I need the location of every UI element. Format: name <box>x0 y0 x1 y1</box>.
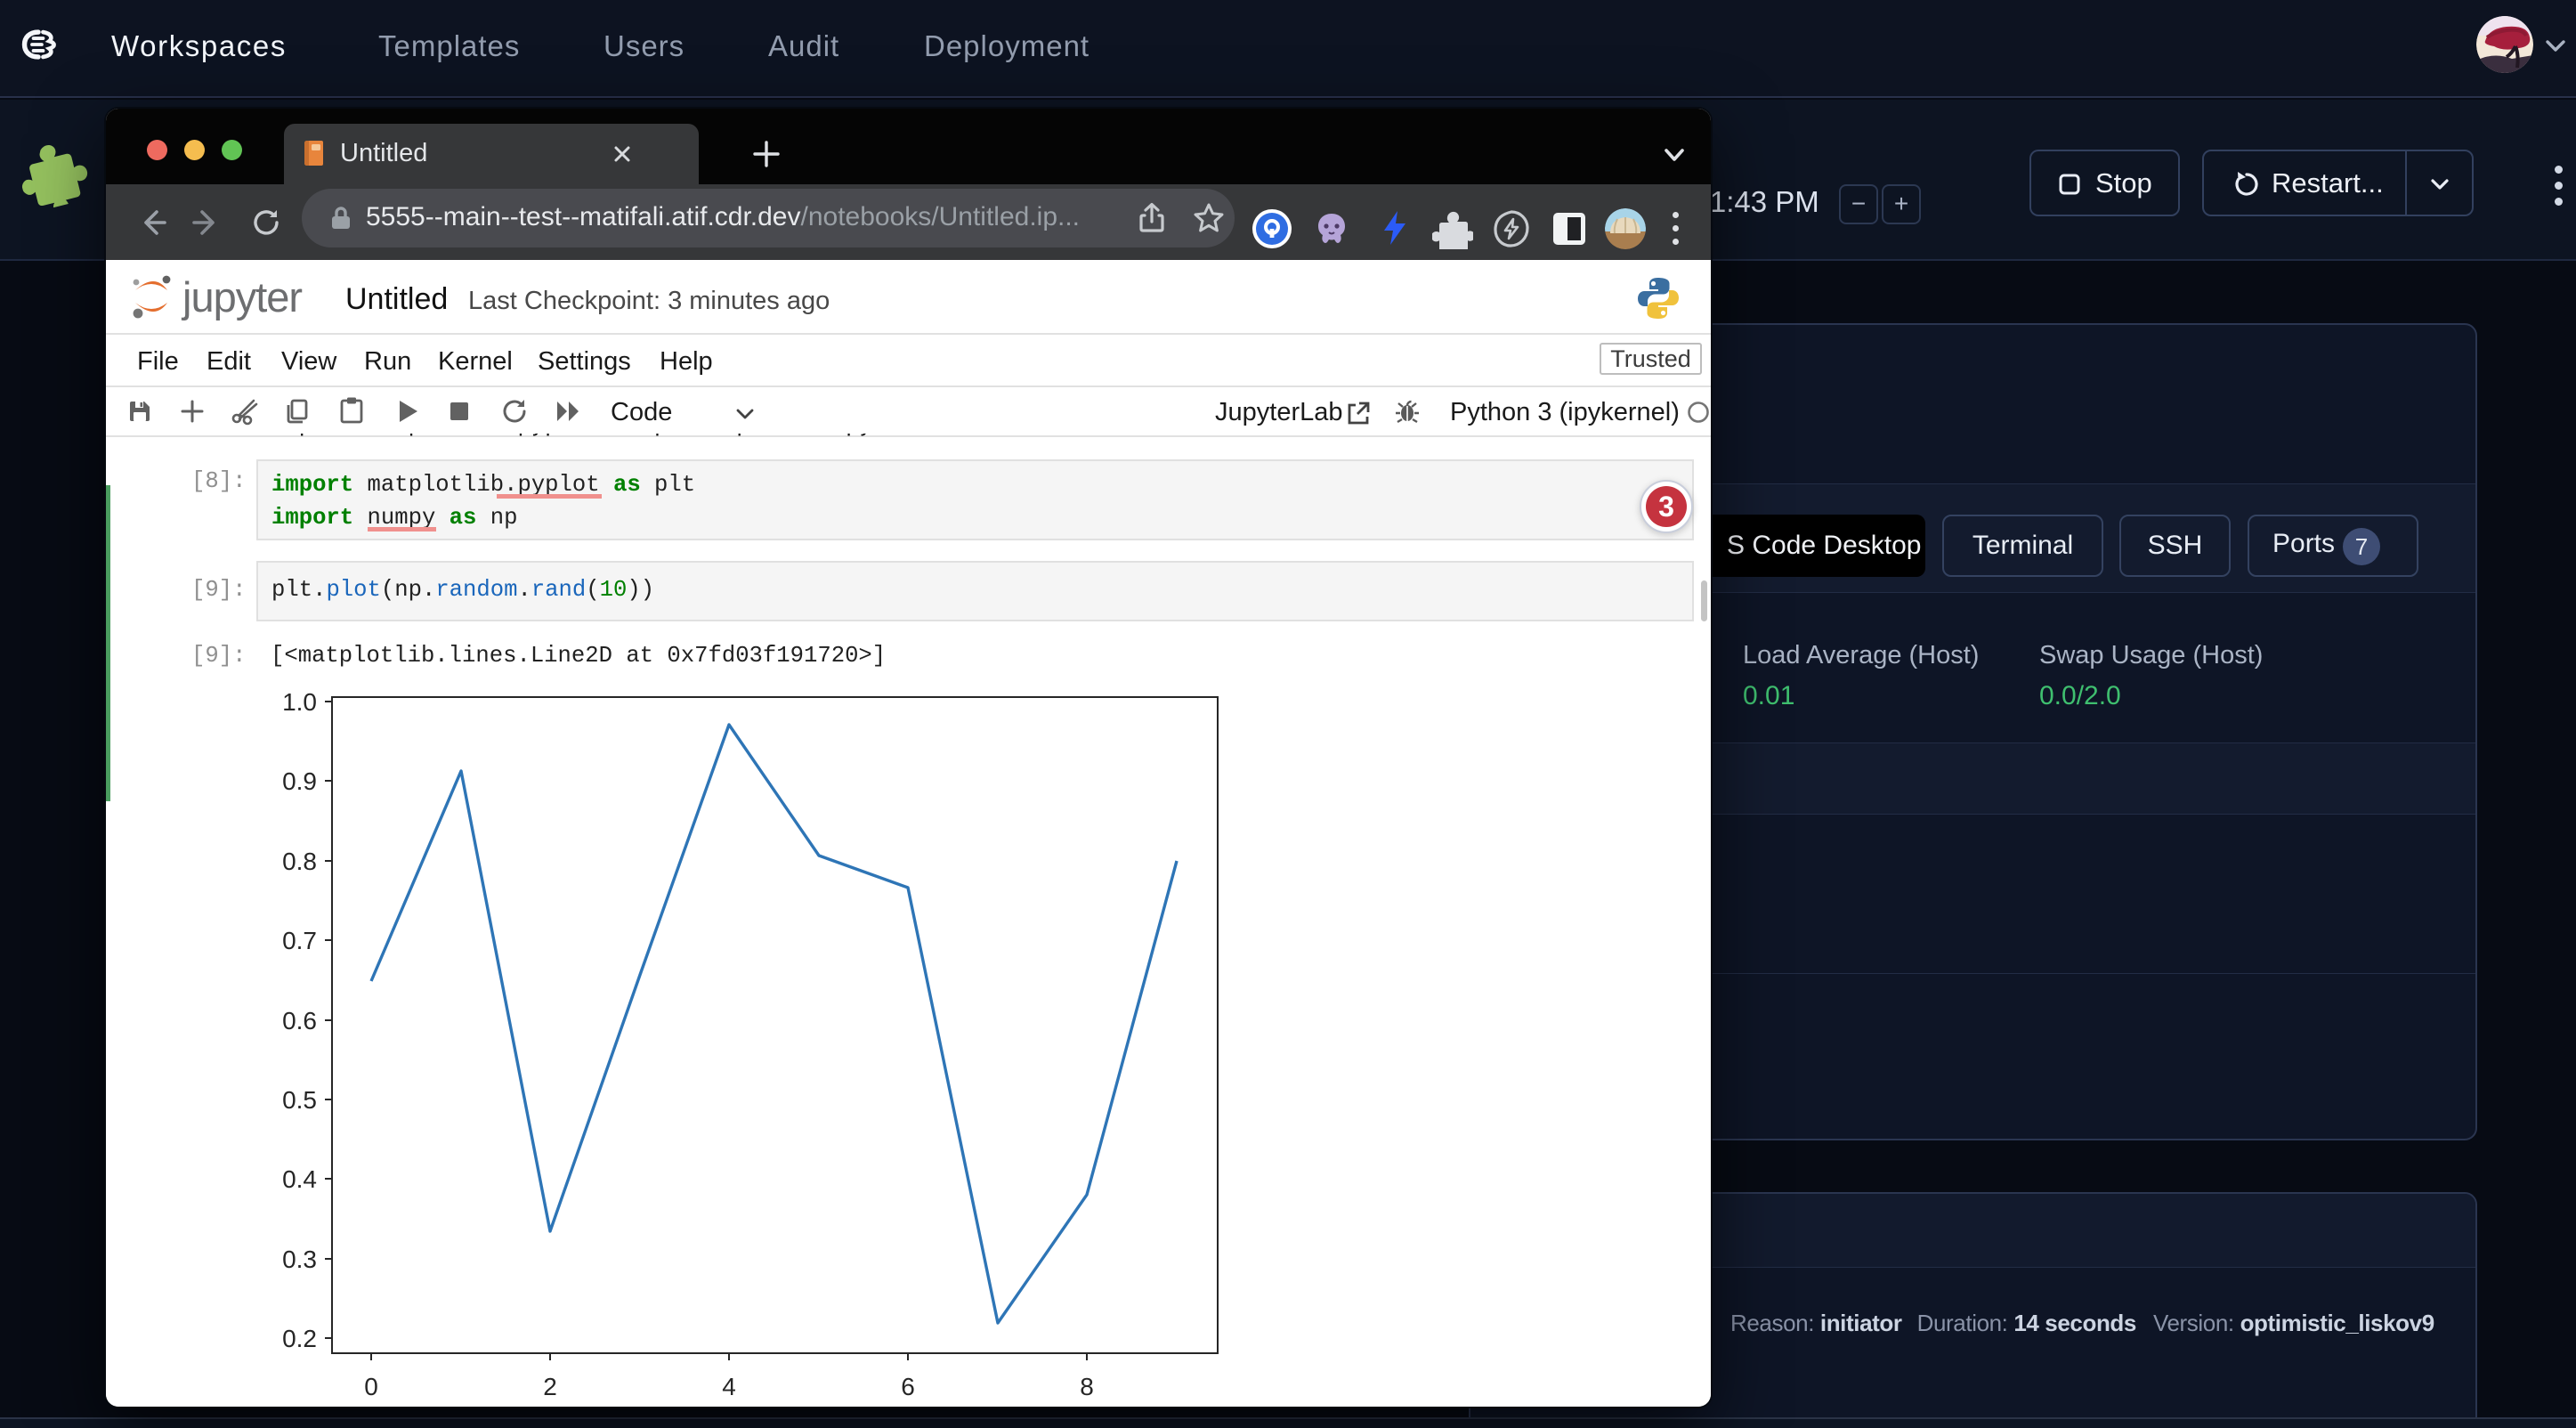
svg-text:0.3: 0.3 <box>282 1245 317 1273</box>
svg-text:4: 4 <box>722 1373 736 1400</box>
svg-text:0.6: 0.6 <box>282 1007 317 1034</box>
svg-text:0.9: 0.9 <box>282 767 317 795</box>
svg-text:8: 8 <box>1080 1373 1094 1400</box>
svg-text:6: 6 <box>901 1373 915 1400</box>
svg-text:0.5: 0.5 <box>282 1086 317 1114</box>
svg-text:0: 0 <box>364 1373 378 1400</box>
svg-text:1.0: 1.0 <box>282 688 317 716</box>
svg-text:2: 2 <box>543 1373 557 1400</box>
svg-text:0.7: 0.7 <box>282 927 317 954</box>
svg-text:0.8: 0.8 <box>282 848 317 875</box>
svg-text:0.4: 0.4 <box>282 1165 317 1193</box>
svg-text:0.2: 0.2 <box>282 1325 317 1352</box>
